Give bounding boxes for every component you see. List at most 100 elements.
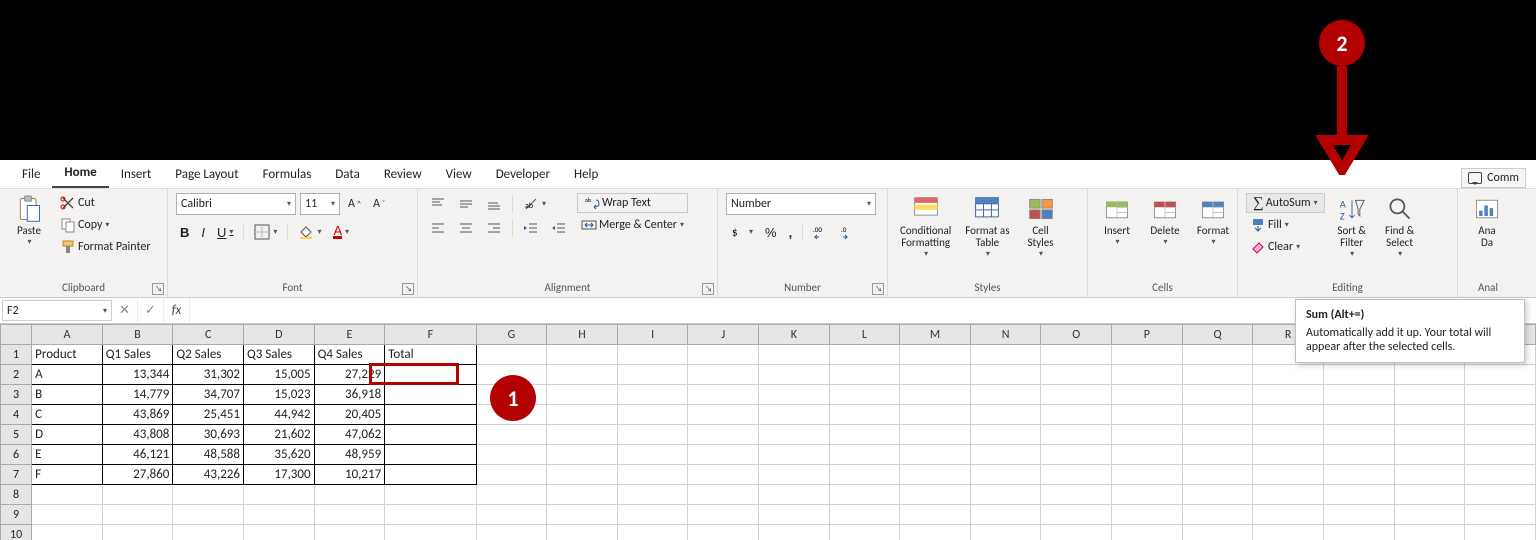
cell-S9[interactable] [1323,505,1394,525]
cell-G9[interactable] [476,505,547,525]
cell-Q1[interactable] [1182,345,1253,365]
cell-U10[interactable] [1465,525,1536,540]
cell-K6[interactable] [759,445,830,465]
cell-L4[interactable] [829,405,900,425]
cell-M3[interactable] [900,385,971,405]
tab-formulas[interactable]: Formulas [251,163,324,188]
cell-C3[interactable]: 34,707 [173,385,244,405]
col-header-I[interactable]: I [617,325,688,345]
row-header-4[interactable]: 4 [1,405,32,425]
cell-K2[interactable] [759,365,830,385]
orientation-button[interactable]: ab▾ [519,194,550,214]
cell-T7[interactable] [1394,465,1465,485]
decrease-font-button[interactable]: Aˇ [369,194,389,214]
find-select-button[interactable]: Find & Select▾ [1379,193,1421,261]
col-header-Q[interactable]: Q [1182,325,1253,345]
cell-E8[interactable] [314,485,385,505]
cell-J7[interactable] [688,465,759,485]
cell-J10[interactable] [688,525,759,540]
cancel-formula-button[interactable]: ✕ [112,298,138,323]
cell-E4[interactable]: 20,405 [314,405,385,425]
cell-D6[interactable]: 35,620 [243,445,314,465]
cell-K3[interactable] [759,385,830,405]
cell-K5[interactable] [759,425,830,445]
cell-K10[interactable] [759,525,830,540]
cell-D7[interactable]: 17,300 [243,465,314,485]
cell-S8[interactable] [1323,485,1394,505]
tab-data[interactable]: Data [323,163,372,188]
cell-L1[interactable] [829,345,900,365]
cell-A8[interactable] [32,485,103,505]
cell-H6[interactable] [547,445,618,465]
cell-J4[interactable] [688,405,759,425]
cell-F2[interactable] [385,365,476,385]
tab-developer[interactable]: Developer [484,163,562,188]
cell-R8[interactable] [1253,485,1324,505]
cell-J9[interactable] [688,505,759,525]
cell-O3[interactable] [1041,385,1112,405]
row-header-1[interactable]: 1 [1,345,32,365]
cell-N8[interactable] [970,485,1041,505]
cell-K8[interactable] [759,485,830,505]
cell-J2[interactable] [688,365,759,385]
cell-T5[interactable] [1394,425,1465,445]
cell-P4[interactable] [1112,405,1183,425]
row-header-2[interactable]: 2 [1,365,32,385]
format-painter-button[interactable]: Format Painter [56,237,155,257]
cell-G10[interactable] [476,525,547,540]
cell-D5[interactable]: 21,602 [243,425,314,445]
font-name-select[interactable]: Calibri▾ [176,193,296,215]
cell-S10[interactable] [1323,525,1394,540]
font-size-select[interactable]: 11▾ [300,193,340,215]
decrease-decimal-button[interactable]: .0 [837,222,861,242]
cell-F7[interactable] [385,465,476,485]
cell-E9[interactable] [314,505,385,525]
cell-O8[interactable] [1041,485,1112,505]
merge-center-button[interactable]: Merge & Center▾ [577,215,688,235]
cell-D3[interactable]: 15,023 [243,385,314,405]
cell-H4[interactable] [547,405,618,425]
cell-M1[interactable] [900,345,971,365]
cell-R3[interactable] [1253,385,1324,405]
cell-Q9[interactable] [1182,505,1253,525]
cell-P10[interactable] [1112,525,1183,540]
row-header-6[interactable]: 6 [1,445,32,465]
cell-F8[interactable] [385,485,476,505]
cell-A4[interactable]: C [32,405,103,425]
cell-O7[interactable] [1041,465,1112,485]
percent-button[interactable]: % [761,222,781,242]
tab-insert[interactable]: Insert [109,163,164,188]
cell-F5[interactable] [385,425,476,445]
cell-B2[interactable]: 13,344 [102,365,173,385]
cell-M4[interactable] [900,405,971,425]
underline-button[interactable]: U▾ [213,222,237,242]
cell-D9[interactable] [243,505,314,525]
cell-N10[interactable] [970,525,1041,540]
cell-E7[interactable]: 10,217 [314,465,385,485]
italic-button[interactable]: I [197,222,209,242]
col-header-E[interactable]: E [314,325,385,345]
cell-R5[interactable] [1253,425,1324,445]
cell-P6[interactable] [1112,445,1183,465]
cell-H9[interactable] [547,505,618,525]
cell-F1[interactable]: Total [385,345,476,365]
decrease-indent-button[interactable] [519,218,543,238]
cell-Q10[interactable] [1182,525,1253,540]
font-dialog-launcher[interactable]: ↘ [402,283,414,295]
cell-N4[interactable] [970,405,1041,425]
align-middle-button[interactable] [454,194,478,214]
cell-O4[interactable] [1041,405,1112,425]
cell-I8[interactable] [617,485,688,505]
align-top-button[interactable] [426,194,450,214]
fill-color-button[interactable]: ▾ [294,222,325,242]
cell-E2[interactable]: 27,229 [314,365,385,385]
row-header-10[interactable]: 10 [1,525,32,540]
cell-U9[interactable] [1465,505,1536,525]
cell-O2[interactable] [1041,365,1112,385]
cell-A9[interactable] [32,505,103,525]
cell-B6[interactable]: 46,121 [102,445,173,465]
cell-D10[interactable] [243,525,314,540]
cell-G7[interactable] [476,465,547,485]
cell-O6[interactable] [1041,445,1112,465]
sort-filter-button[interactable]: AZ Sort & Filter▾ [1331,193,1373,261]
